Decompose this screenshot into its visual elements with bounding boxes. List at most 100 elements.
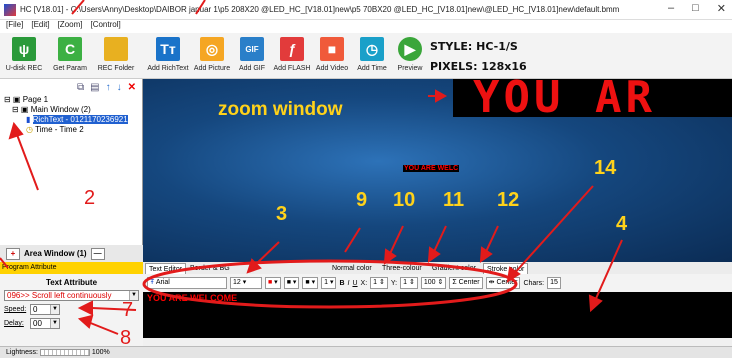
get-param-label: Get Param (53, 65, 87, 72)
center-horizontal-button[interactable]: ⇹ Center (485, 277, 521, 289)
tab-normal-color[interactable]: Normal color (329, 263, 375, 274)
play-icon: ▶ (398, 37, 422, 61)
bg-color-select[interactable]: ■ ▾ (283, 277, 300, 289)
remove-area-button[interactable]: — (90, 247, 105, 260)
font-select[interactable]: Ŧ Arial (147, 277, 227, 289)
chars-label: Chars: (523, 279, 545, 287)
minimize-button[interactable]: – (668, 2, 674, 15)
center2-label: Center (496, 279, 518, 286)
paste-icon[interactable]: ▤ (90, 82, 99, 93)
red-swatch: ■ (268, 279, 273, 286)
maximize-button[interactable]: □ (692, 2, 699, 15)
text-attribute-title: Text Attribute (45, 278, 98, 287)
copy-icon[interactable]: ⧉ (77, 82, 84, 93)
delete-icon[interactable]: ✕ (128, 82, 136, 93)
annotation-11: 11 (443, 189, 465, 211)
window-controls: – □ ✕ (668, 2, 726, 15)
underline-button[interactable]: U (352, 280, 357, 287)
lightness-label: Lightness: (6, 349, 38, 356)
tree-toolbar: ⧉ ▤ ↑ ↓ ✕ (0, 79, 142, 95)
tree-page[interactable]: ⊟ ▣ Page 1 (0, 95, 142, 105)
add-picture-button[interactable]: ◎ Add Picture (190, 35, 234, 77)
title-bar: HC [V18.01] - C:\Users\Anny\Desktop\DAIB… (0, 0, 732, 20)
annotation-3: 3 (276, 203, 288, 225)
tree-richtext-label: RichText - 0121170236921 (32, 115, 128, 124)
menu-file[interactable]: [File] (6, 20, 23, 33)
program-tree: ⊟ ▣ Page 1 ⊟ ▣ Main Window (2) ▮ RichTex… (0, 95, 142, 135)
editor-tabs: Text Editor Border & BG Normal color Thr… (143, 262, 732, 274)
add-richtext-button[interactable]: Tт Add RichText (146, 35, 190, 77)
x-spinner[interactable]: 1 ⇕ (370, 277, 388, 289)
tree-page-label: Page 1 (22, 95, 49, 104)
program-attribute-header[interactable]: Program Attribute (0, 262, 143, 274)
add-area-button[interactable]: + (6, 247, 20, 260)
x-label: X: (360, 279, 368, 287)
line-spacing-spinner[interactable]: 100 ⇕ (420, 277, 447, 289)
font-value: Arial (155, 279, 170, 286)
richtext-icon: Tт (156, 37, 180, 61)
speed-label: Speed: (4, 306, 27, 313)
line-value: 100 (423, 279, 436, 286)
flash-icon: ƒ (280, 37, 304, 61)
lightness-slider[interactable] (39, 348, 90, 356)
y-label: Y: (390, 279, 398, 287)
udisk-rec-button[interactable]: ψ U-disk REC (2, 35, 46, 77)
add-flash-button[interactable]: ƒ Add FLASH (270, 35, 314, 77)
delay-select[interactable]: 00 ▼ (30, 318, 60, 329)
tab-gradient-color[interactable]: Gradient color (429, 263, 479, 274)
zoom-window-annotation: zoom window (218, 99, 343, 120)
tab-border-bg[interactable]: Border & BG (187, 263, 233, 274)
speed-select[interactable]: 0 ▼ (30, 304, 60, 315)
tree-main-window[interactable]: ⊟ ▣ Main Window (2) (0, 105, 142, 115)
delay-label: Delay: (4, 320, 24, 327)
close-button[interactable]: ✕ (717, 2, 726, 15)
preview-button[interactable]: ▶ Preview (388, 35, 432, 77)
pixels-label: PIXELS: 128x16 (430, 60, 527, 73)
effect-value: 096>> Scroll left continuously (7, 291, 112, 300)
annotation-10: 10 (393, 189, 416, 211)
move-down-icon[interactable]: ↓ (117, 82, 122, 93)
menu-zoom[interactable]: [Zoom] (58, 20, 83, 33)
effect-select[interactable]: 096>> Scroll left continuously ▼ (4, 290, 139, 301)
canvas-preview-text[interactable]: YOU ARE WELC (403, 165, 460, 172)
menu-edit[interactable]: [Edit] (31, 20, 49, 33)
text-editor-area[interactable]: YOU ARE WELCOME (143, 292, 732, 338)
y-spinner[interactable]: 1 ⇕ (400, 277, 418, 289)
delay-value: 00 (33, 319, 42, 328)
annotation-7: 7 (122, 299, 134, 321)
size-select[interactable]: 12 ▾ (230, 277, 262, 289)
tab-stroke-color[interactable]: Stroke color (483, 263, 529, 274)
menu-control[interactable]: [Control] (90, 20, 120, 33)
tree-richtext[interactable]: ▮ RichText - 0121170236921 (0, 115, 142, 125)
zoom-window-text: YOU AR (473, 79, 656, 117)
bold-button[interactable]: B (339, 280, 344, 287)
stroke-color-select[interactable]: ■ ▾ (302, 277, 319, 289)
rec-folder-label: REC Folder (97, 65, 135, 72)
picture-icon: ◎ (200, 37, 224, 61)
richtext-node-icon: ▮ (26, 115, 31, 124)
add-video-button[interactable]: ■ Add Video (310, 35, 354, 77)
center-button[interactable]: Σ Center (449, 277, 483, 289)
annotation-14: 14 (594, 157, 617, 179)
move-up-icon[interactable]: ↑ (106, 82, 111, 93)
stroke-width-select[interactable]: 1 ▾ (321, 277, 337, 289)
text-color-select[interactable]: ■ ▾ (265, 277, 281, 289)
udisk-rec-label: U-disk REC (5, 65, 43, 72)
speed-value: 0 (33, 305, 38, 314)
clock-icon: ◷ (360, 37, 384, 61)
refresh-icon: C (58, 37, 82, 61)
add-gif-button[interactable]: GIF Add GIF (230, 35, 274, 77)
y-value: 1 (403, 279, 408, 286)
folder-icon (104, 37, 128, 61)
tab-text-editor[interactable]: Text Editor (145, 263, 187, 274)
add-video-label: Add Video (315, 65, 349, 72)
annotation-12: 12 (497, 189, 520, 211)
rec-folder-button[interactable]: REC Folder (94, 35, 138, 77)
tree-time[interactable]: ◷ Time - Time 2 (0, 125, 142, 135)
add-time-label: Add Time (357, 65, 387, 72)
get-param-button[interactable]: C Get Param (48, 35, 92, 77)
status-bar: Lightness: 100% (0, 346, 732, 358)
italic-button[interactable]: I (348, 280, 350, 287)
x-value: 1 (373, 279, 378, 286)
tab-three-colour[interactable]: Three-colour (379, 263, 425, 274)
